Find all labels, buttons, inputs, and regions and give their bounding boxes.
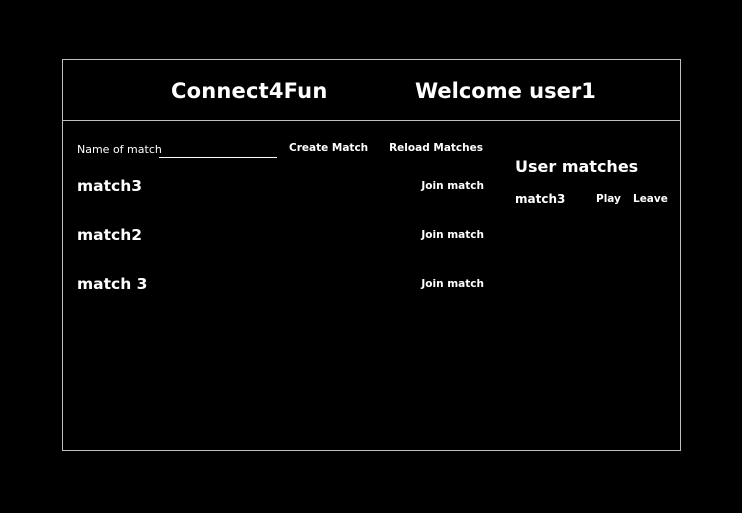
match-name: match3	[77, 177, 143, 195]
user-match-row: match3 Play Leave	[515, 192, 675, 216]
welcome-message: Welcome user1	[415, 79, 596, 103]
join-match-button[interactable]: Join match	[421, 229, 484, 241]
match-name: match2	[77, 226, 143, 244]
match-name: match 3	[77, 275, 148, 293]
main-frame: Connect4Fun Welcome user1 Name of match …	[62, 59, 681, 451]
reload-matches-button[interactable]: Reload Matches	[389, 142, 483, 154]
username: user1	[529, 79, 596, 103]
welcome-prefix: Welcome	[415, 79, 530, 103]
match-row: match 3 Join match	[77, 273, 484, 322]
join-match-button[interactable]: Join match	[421, 278, 484, 290]
play-button[interactable]: Play	[596, 193, 621, 205]
app-title: Connect4Fun	[171, 79, 328, 103]
match-row: match3 Join match	[77, 175, 484, 224]
user-match-name: match3	[515, 192, 566, 206]
user-matches-panel: User matches match3 Play Leave	[515, 157, 675, 216]
user-matches-title: User matches	[515, 157, 639, 176]
join-match-button[interactable]: Join match	[421, 180, 484, 192]
match-row: match2 Join match	[77, 224, 484, 273]
header: Connect4Fun Welcome user1	[63, 60, 680, 121]
match-name-input[interactable]	[159, 140, 277, 158]
match-list: match3 Join match match2 Join match matc…	[77, 175, 484, 322]
create-match-button[interactable]: Create Match	[289, 142, 368, 154]
match-name-label: Name of match	[77, 143, 162, 156]
leave-button[interactable]: Leave	[633, 193, 668, 205]
